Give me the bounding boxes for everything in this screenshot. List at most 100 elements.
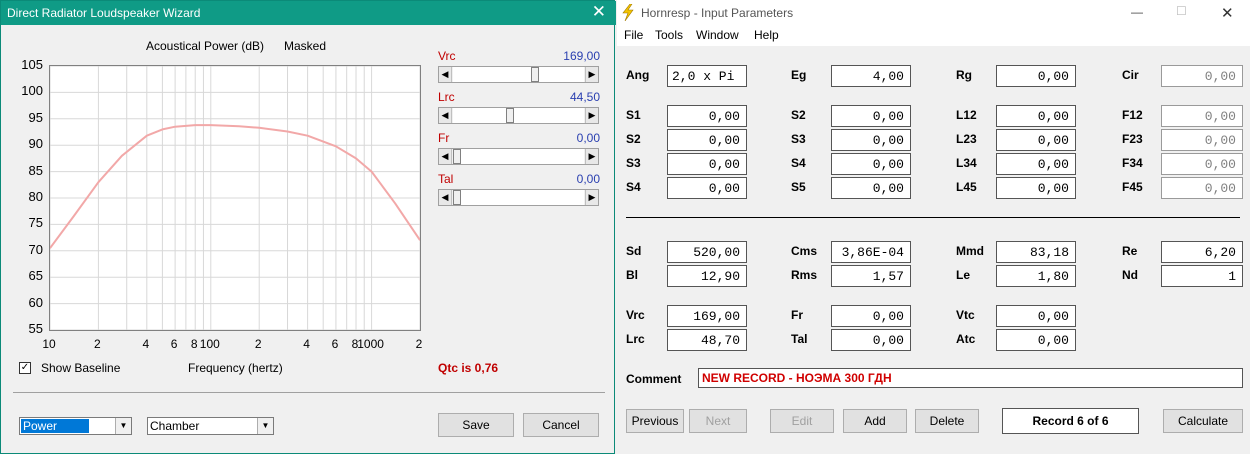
slider-thumb[interactable] — [453, 190, 461, 205]
param-field-rg[interactable]: 0,00 — [996, 65, 1076, 87]
slider-track[interactable] — [453, 149, 584, 164]
previous-button[interactable]: Previous — [626, 409, 684, 433]
param-label-re: Re — [1122, 244, 1138, 258]
add-button[interactable]: Add — [843, 409, 907, 433]
arrow-right-icon[interactable]: ▶ — [585, 190, 598, 205]
param-field-s1[interactable]: 0,00 — [667, 105, 747, 127]
param-field-le[interactable]: 1,80 — [996, 265, 1076, 287]
param-field-eg[interactable]: 4,00 — [831, 65, 911, 87]
param-field-l34[interactable]: 0,00 — [996, 153, 1076, 175]
param-field-s5[interactable]: 0,00 — [831, 177, 911, 199]
show-baseline-label: Show Baseline — [41, 361, 121, 375]
param-field-atc[interactable]: 0,00 — [996, 329, 1076, 351]
arrow-left-icon[interactable]: ◀ — [439, 190, 452, 205]
param-label-cms: Cms — [791, 244, 818, 258]
param-field-l12[interactable]: 0,00 — [996, 105, 1076, 127]
slider-track[interactable] — [453, 108, 584, 123]
x-tick-label: 2 — [415, 337, 423, 351]
slider-thumb[interactable] — [453, 149, 461, 164]
param-field-cms[interactable]: 3,86E-04 — [831, 241, 911, 263]
param-label-bl: Bl — [626, 268, 638, 282]
param-field-f12[interactable]: 0,00 — [1161, 105, 1243, 127]
param-field-sd[interactable]: 520,00 — [667, 241, 747, 263]
param-label-vtc: Vtc — [956, 308, 975, 322]
x-tick-label: 100 — [199, 337, 220, 351]
y-tick-label: 60 — [28, 294, 43, 310]
arrow-right-icon[interactable]: ▶ — [585, 67, 598, 82]
y-tick-label: 105 — [21, 57, 43, 72]
y-tick-label: 55 — [28, 321, 43, 336]
param-field-vtc[interactable]: 0,00 — [996, 305, 1076, 327]
param-field-rms[interactable]: 1,57 — [831, 265, 911, 287]
param-label-ang: Ang — [626, 68, 650, 82]
param-field-mmd[interactable]: 83,18 — [996, 241, 1076, 263]
param-label-s1: S1 — [626, 108, 641, 122]
slider-fr[interactable]: ◀ ▶ — [438, 148, 599, 165]
param-field-s2[interactable]: 0,00 — [667, 129, 747, 151]
arrow-left-icon[interactable]: ◀ — [439, 108, 452, 123]
param-field-lrc[interactable]: 48,70 — [667, 329, 747, 351]
param-field-s4[interactable]: 0,00 — [831, 153, 911, 175]
param-field-vrc[interactable]: 169,00 — [667, 305, 747, 327]
param-field-fr[interactable]: 0,00 — [831, 305, 911, 327]
param-field-s3[interactable]: 0,00 — [667, 153, 747, 175]
param-label-l45: L45 — [956, 180, 977, 194]
close-icon[interactable]: ✕ — [1221, 4, 1234, 22]
param-label-f45: F45 — [1122, 180, 1143, 194]
menu-window[interactable]: Window — [696, 28, 739, 42]
slider-thumb[interactable] — [505, 108, 514, 123]
menu-file[interactable]: File — [624, 28, 643, 42]
arrow-left-icon[interactable]: ◀ — [439, 149, 452, 164]
param-field-nd[interactable]: 1 — [1161, 265, 1243, 287]
maximize-icon[interactable]: ☐ — [1176, 4, 1187, 18]
arrow-right-icon[interactable]: ▶ — [585, 149, 598, 164]
next-button[interactable]: Next — [689, 409, 747, 433]
menu-tools[interactable]: Tools — [655, 28, 683, 42]
arrow-left-icon[interactable]: ◀ — [439, 67, 452, 82]
param-label-rg: Rg — [956, 68, 972, 82]
menu-help[interactable]: Help — [754, 28, 779, 42]
param-field-f45[interactable]: 0,00 — [1161, 177, 1243, 199]
edit-button[interactable]: Edit — [770, 409, 834, 433]
close-icon[interactable]: ✕ — [592, 2, 606, 22]
save-button[interactable]: Save — [438, 413, 514, 437]
param-field-re[interactable]: 6,20 — [1161, 241, 1243, 263]
param-field-s4[interactable]: 0,00 — [667, 177, 747, 199]
param-field-f23[interactable]: 0,00 — [1161, 129, 1243, 151]
show-baseline-checkbox[interactable]: ✓ — [19, 362, 31, 374]
delete-button[interactable]: Delete — [915, 409, 979, 433]
param-field-l45[interactable]: 0,00 — [996, 177, 1076, 199]
arrow-right-icon[interactable]: ▶ — [585, 108, 598, 123]
slider-thumb[interactable] — [530, 67, 539, 82]
slider-track[interactable] — [453, 67, 584, 82]
chamber-combo[interactable]: Chamber ▼ — [147, 417, 274, 435]
slider-track[interactable] — [453, 190, 584, 205]
minimize-icon[interactable]: — — [1131, 5, 1143, 19]
cancel-button[interactable]: Cancel — [523, 413, 599, 437]
param-label-s4: S4 — [791, 156, 806, 170]
divider — [13, 392, 605, 393]
param-field-l23[interactable]: 0,00 — [996, 129, 1076, 151]
slider-tal[interactable]: ◀ ▶ — [438, 189, 599, 206]
power-combo[interactable]: Power ▼ — [19, 417, 132, 435]
hornresp-title-bar: Hornresp - Input Parameters — ☐ ✕ — [617, 0, 1250, 26]
param-field-ang[interactable]: 2,0 x Pi — [667, 65, 747, 87]
param-field-tal[interactable]: 0,00 — [831, 329, 911, 351]
chevron-down-icon: ▼ — [257, 418, 273, 434]
param-field-s2[interactable]: 0,00 — [831, 105, 911, 127]
wizard-window: Direct Radiator Loudspeaker Wizard ✕ Aco… — [0, 0, 616, 454]
comment-input[interactable]: NEW RECORD - НОЭМА 300 ГДН — [698, 368, 1243, 388]
slider-value-vrc: 169,00 — [563, 49, 600, 63]
param-field-f34[interactable]: 0,00 — [1161, 153, 1243, 175]
param-field-cir[interactable]: 0,00 — [1161, 65, 1243, 87]
y-tick-label: 100 — [21, 83, 43, 99]
param-field-s3[interactable]: 0,00 — [831, 129, 911, 151]
calculate-button[interactable]: Calculate — [1163, 409, 1243, 433]
slider-label-tal: Tal — [438, 172, 454, 186]
slider-vrc[interactable]: ◀ ▶ — [438, 66, 599, 83]
param-field-bl[interactable]: 12,90 — [667, 265, 747, 287]
y-tick-label: 90 — [28, 136, 43, 152]
slider-lrc[interactable]: ◀ ▶ — [438, 107, 599, 124]
slider-value-lrc: 44,50 — [569, 90, 600, 104]
slider-label-vrc: Vrc — [438, 49, 456, 63]
